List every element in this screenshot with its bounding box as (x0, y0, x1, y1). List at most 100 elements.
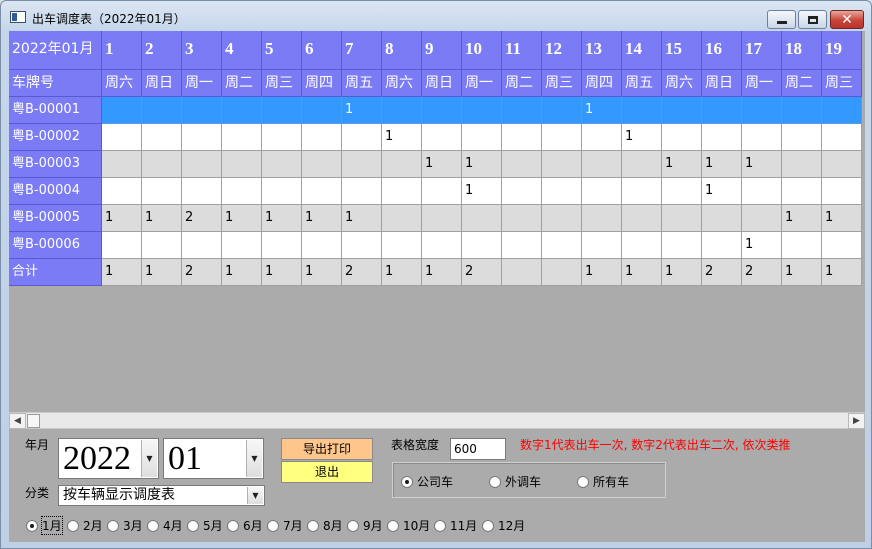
column-header-day[interactable]: 14 (622, 31, 662, 70)
schedule-cell[interactable]: 1 (782, 205, 822, 232)
schedule-cell[interactable] (222, 178, 262, 205)
column-header-weekday[interactable]: 周一 (182, 70, 222, 97)
schedule-cell[interactable] (502, 259, 542, 286)
schedule-cell[interactable]: 1 (742, 151, 782, 178)
schedule-cell[interactable]: 1 (302, 259, 342, 286)
schedule-cell[interactable] (182, 124, 222, 151)
schedule-cell[interactable]: 1 (702, 178, 742, 205)
column-header-day[interactable]: 7 (342, 31, 382, 70)
column-header-weekday[interactable]: 周五 (342, 70, 382, 97)
column-header-day[interactable]: 17 (742, 31, 782, 70)
plate-cell[interactable]: 粤B-00004 (9, 178, 102, 205)
schedule-cell[interactable]: 1 (102, 205, 142, 232)
schedule-cell[interactable] (502, 124, 542, 151)
horizontal-scrollbar[interactable]: ◀ ▶ (9, 412, 865, 429)
month-radio[interactable]: 12月 (482, 517, 525, 534)
schedule-cell[interactable] (662, 124, 702, 151)
schedule-cell[interactable] (222, 151, 262, 178)
schedule-cell[interactable] (262, 97, 302, 124)
schedule-cell[interactable]: 1 (342, 97, 382, 124)
column-header-weekday[interactable]: 周一 (742, 70, 782, 97)
schedule-cell[interactable] (742, 97, 782, 124)
vehicle-filter-radio[interactable]: 外调车 (489, 473, 541, 490)
column-header-day[interactable]: 13 (582, 31, 622, 70)
schedule-cell[interactable]: 1 (342, 205, 382, 232)
schedule-cell[interactable] (502, 232, 542, 259)
schedule-cell[interactable] (102, 97, 142, 124)
column-header-weekday[interactable]: 周二 (502, 70, 542, 97)
month-radio[interactable]: 8月 (307, 517, 343, 534)
plate-cell[interactable]: 粤B-00002 (9, 124, 102, 151)
column-header-day[interactable]: 15 (662, 31, 702, 70)
schedule-cell[interactable] (382, 178, 422, 205)
schedule-cell[interactable] (742, 124, 782, 151)
schedule-cell[interactable]: 1 (662, 259, 702, 286)
schedule-cell[interactable]: 1 (102, 259, 142, 286)
plate-cell[interactable]: 粤B-00003 (9, 151, 102, 178)
schedule-cell[interactable] (222, 97, 262, 124)
schedule-cell[interactable] (782, 178, 822, 205)
schedule-cell[interactable]: 1 (222, 205, 262, 232)
column-header-day[interactable]: 2 (142, 31, 182, 70)
schedule-cell[interactable] (102, 178, 142, 205)
schedule-cell[interactable] (422, 97, 462, 124)
schedule-cell[interactable]: 1 (142, 259, 182, 286)
schedule-cell[interactable] (262, 151, 302, 178)
month-radio[interactable]: 5月 (187, 517, 223, 534)
schedule-cell[interactable] (302, 124, 342, 151)
schedule-cell[interactable]: 2 (342, 259, 382, 286)
schedule-cell[interactable]: 1 (302, 205, 342, 232)
scroll-thumb[interactable] (27, 414, 40, 428)
schedule-grid[interactable]: 2022年01月 1 2 3 4 5 6 7 8 9 10 11 12 13 14 15 16 17 18 19 车牌号… (9, 31, 865, 287)
schedule-cell[interactable]: 1 (742, 232, 782, 259)
vehicle-filter-radio[interactable]: 所有车 (577, 473, 629, 490)
schedule-cell[interactable]: 1 (582, 97, 622, 124)
schedule-cell[interactable]: 1 (382, 259, 422, 286)
schedule-cell[interactable] (542, 259, 582, 286)
schedule-cell[interactable] (622, 205, 662, 232)
month-radio[interactable]: 9月 (347, 517, 383, 534)
schedule-cell[interactable] (302, 97, 342, 124)
table-row[interactable]: 粤B-00003 1 1 1 1 1 (9, 151, 865, 178)
schedule-cell[interactable]: 1 (262, 259, 302, 286)
schedule-cell[interactable]: 2 (462, 259, 502, 286)
schedule-cell[interactable] (382, 205, 422, 232)
schedule-cell[interactable] (342, 178, 382, 205)
month-radio[interactable]: 4月 (147, 517, 183, 534)
schedule-cell[interactable]: 1 (822, 259, 862, 286)
schedule-cell[interactable] (702, 205, 742, 232)
schedule-cell[interactable]: 2 (742, 259, 782, 286)
column-header-day[interactable]: 11 (502, 31, 542, 70)
total-row[interactable]: 合计 1 1 2 1 1 1 2 1 1 2 1 1 1 2 2 1 1 (9, 259, 865, 286)
schedule-cell[interactable] (542, 232, 582, 259)
schedule-cell[interactable]: 1 (382, 124, 422, 151)
column-header-day[interactable]: 12 (542, 31, 582, 70)
schedule-cell[interactable] (702, 97, 742, 124)
month-radio[interactable]: 6月 (227, 517, 263, 534)
schedule-cell[interactable] (142, 178, 182, 205)
column-header-weekday[interactable]: 周六 (382, 70, 422, 97)
close-button[interactable]: ✕ (830, 10, 864, 29)
column-header-day[interactable]: 16 (702, 31, 742, 70)
minimize-button[interactable] (767, 10, 796, 29)
schedule-cell[interactable]: 1 (422, 259, 462, 286)
column-header-weekday[interactable]: 周二 (782, 70, 822, 97)
schedule-cell[interactable]: 1 (582, 259, 622, 286)
column-header-weekday[interactable]: 周日 (702, 70, 742, 97)
schedule-cell[interactable] (382, 97, 422, 124)
schedule-cell[interactable] (822, 97, 862, 124)
schedule-cell[interactable] (342, 151, 382, 178)
column-header-weekday[interactable]: 周四 (302, 70, 342, 97)
column-header-weekday[interactable]: 周六 (662, 70, 702, 97)
column-header-weekday[interactable]: 周三 (542, 70, 582, 97)
column-header-day[interactable]: 5 (262, 31, 302, 70)
schedule-cell[interactable]: 2 (702, 259, 742, 286)
schedule-cell[interactable] (822, 178, 862, 205)
schedule-cell[interactable] (702, 124, 742, 151)
schedule-cell[interactable] (302, 178, 342, 205)
column-header-day[interactable]: 18 (782, 31, 822, 70)
schedule-cell[interactable] (462, 97, 502, 124)
column-header-weekday[interactable]: 周三 (822, 70, 862, 97)
schedule-cell[interactable] (542, 151, 582, 178)
vehicle-filter-radio[interactable]: 公司车 (401, 473, 453, 490)
